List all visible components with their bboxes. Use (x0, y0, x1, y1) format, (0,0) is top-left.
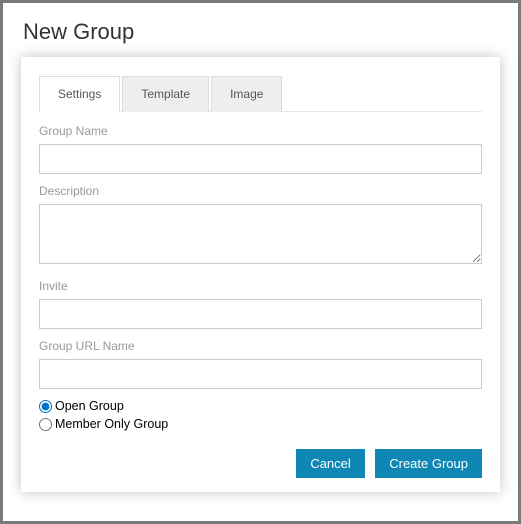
group-name-label: Group Name (39, 124, 482, 138)
tab-template[interactable]: Template (122, 76, 209, 112)
group-url-name-input[interactable] (39, 359, 482, 389)
invite-label: Invite (39, 279, 482, 293)
member-only-option[interactable]: Member Only Group (39, 417, 482, 431)
open-group-radio[interactable] (39, 400, 52, 413)
description-input[interactable] (39, 204, 482, 264)
open-group-label: Open Group (55, 399, 124, 413)
tab-image[interactable]: Image (211, 76, 282, 112)
group-name-input[interactable] (39, 144, 482, 174)
tab-bar: Settings Template Image (39, 75, 482, 112)
description-label: Description (39, 184, 482, 198)
create-group-button[interactable]: Create Group (375, 449, 482, 478)
member-only-radio[interactable] (39, 418, 52, 431)
page-title: New Group (23, 19, 500, 45)
new-group-panel: Settings Template Image Group Name Descr… (21, 57, 500, 492)
open-group-option[interactable]: Open Group (39, 399, 482, 413)
invite-input[interactable] (39, 299, 482, 329)
group-url-name-label: Group URL Name (39, 339, 482, 353)
tab-settings[interactable]: Settings (39, 76, 120, 112)
cancel-button[interactable]: Cancel (296, 449, 364, 478)
member-only-label: Member Only Group (55, 417, 168, 431)
